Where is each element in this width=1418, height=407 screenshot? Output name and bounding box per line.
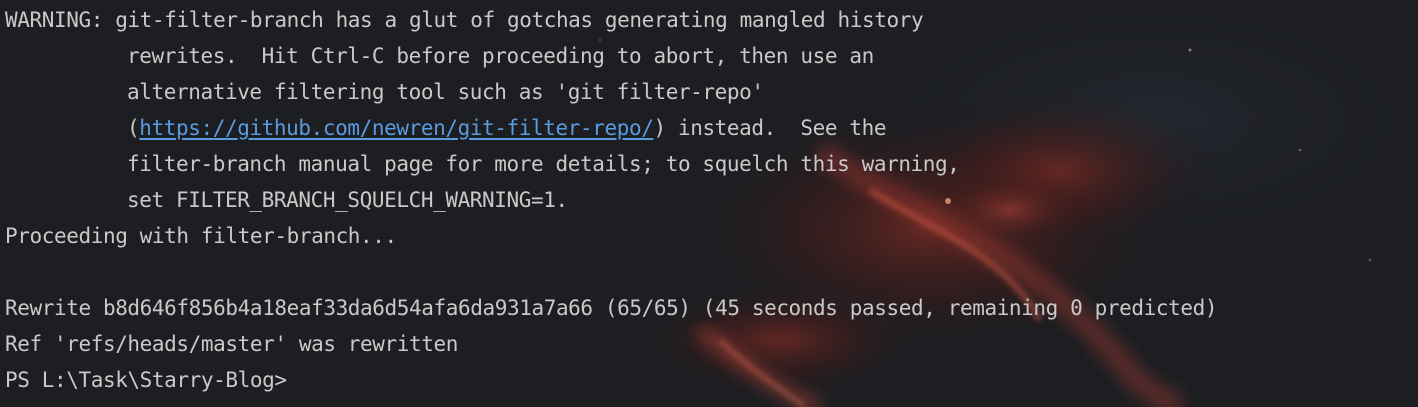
warning-line-5: filter-branch manual page for more detai… — [127, 152, 960, 176]
ref-rewritten-line: Ref 'refs/heads/master' was rewritten — [5, 332, 458, 356]
warning-line-1: WARNING: git-filter-branch has a glut of… — [5, 8, 924, 32]
warning-line-6: set FILTER_BRANCH_SQUELCH_WARNING=1. — [127, 188, 568, 212]
filter-repo-link[interactable]: https://github.com/newren/git-filter-rep… — [139, 116, 654, 140]
paren-open: ( — [127, 116, 140, 140]
warning-line-4-suffix: ) instead. See the — [653, 116, 887, 140]
warning-line-4: (https://github.com/newren/git-filter-re… — [127, 110, 886, 146]
warning-line-2: rewrites. Hit Ctrl-C before proceeding t… — [127, 44, 874, 68]
shell-prompt[interactable]: PS L:\Task\Starry-Blog> — [5, 362, 287, 398]
rewrite-progress-line: Rewrite b8d646f856b4a18eaf33da6d54afa6da… — [5, 296, 1218, 320]
warning-line-3: alternative filtering tool such as 'git … — [127, 80, 764, 104]
terminal-output[interactable]: WARNING: git-filter-branch has a glut of… — [0, 0, 1418, 407]
proceeding-line: Proceeding with filter-branch... — [5, 224, 397, 248]
